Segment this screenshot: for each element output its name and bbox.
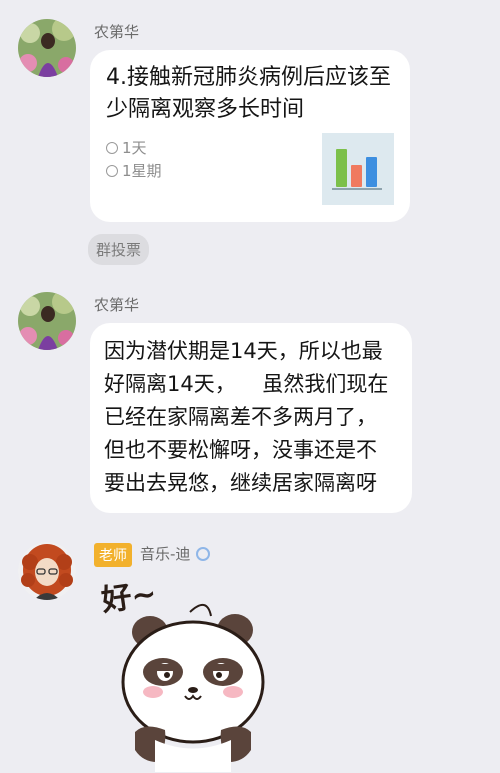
- role-badge: 老师: [94, 543, 132, 567]
- level-icon: [196, 547, 211, 561]
- poll-option-label: 1星期: [122, 162, 162, 180]
- sender-name: 农第华: [94, 296, 140, 314]
- sticker[interactable]: 好~: [95, 572, 275, 772]
- avatar[interactable]: [18, 19, 76, 77]
- panda-sticker-icon: [121, 604, 265, 772]
- poll-chart-icon: [322, 133, 394, 205]
- message-text: 因为潜伏期是14天，所以也最好隔离14天， 虽然我们现在已经在家隔离差不多两月了…: [104, 339, 389, 495]
- sender-name-text: 音乐-迪: [140, 545, 191, 563]
- sender-name: 农第华: [94, 23, 140, 41]
- message-bubble[interactable]: 因为潜伏期是14天，所以也最好隔离14天， 虽然我们现在已经在家隔离差不多两月了…: [90, 323, 412, 513]
- avatar-image: [18, 542, 76, 600]
- poll-question: 4.接触新冠肺炎病例后应该至少隔离观察多长时间: [106, 65, 391, 122]
- avatar[interactable]: [18, 542, 76, 600]
- radio-icon: [106, 164, 118, 177]
- poll-option[interactable]: 1天: [106, 137, 147, 158]
- poll-bubble[interactable]: 4.接触新冠肺炎病例后应该至少隔离观察多长时间 1天 1星期: [90, 50, 410, 222]
- avatar-image: [18, 292, 76, 350]
- poll-option[interactable]: 1星期: [106, 160, 162, 181]
- avatar-image: [18, 19, 76, 77]
- poll-option-label: 1天: [122, 139, 147, 157]
- radio-icon: [106, 141, 118, 154]
- avatar[interactable]: [18, 292, 76, 350]
- poll-tag[interactable]: 群投票: [88, 234, 150, 265]
- sender-name: 音乐-迪: [140, 543, 211, 564]
